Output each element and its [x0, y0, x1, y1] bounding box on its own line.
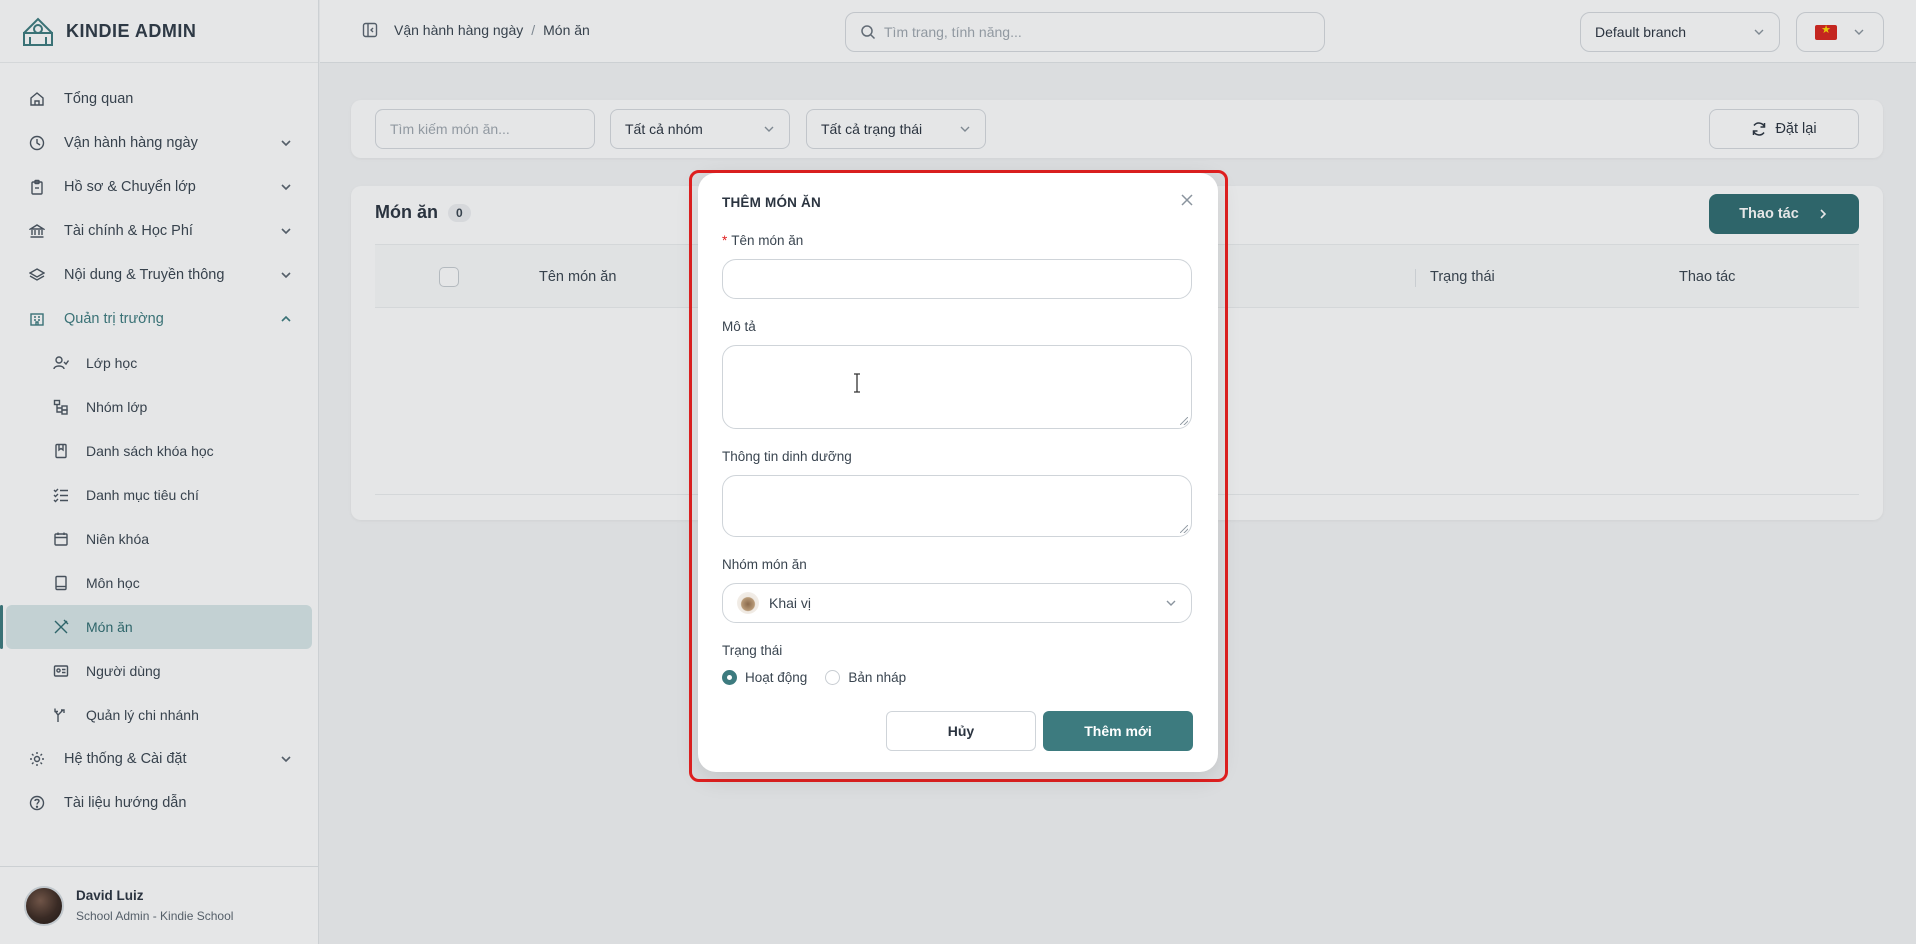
modal-title: THÊM MÓN ĂN: [722, 195, 821, 210]
radio-indicator-checked[interactable]: [722, 670, 737, 685]
status-radio-draft[interactable]: Bản nháp: [825, 670, 906, 685]
dish-group-value: Khai vị: [769, 595, 812, 611]
nutrition-field[interactable]: [722, 475, 1192, 537]
radio-indicator[interactable]: [825, 670, 841, 685]
dish-name-label-text: Tên món ăn: [731, 233, 804, 248]
status-radio-active[interactable]: Hoạt động: [722, 670, 807, 685]
close-icon: [1181, 194, 1193, 206]
description-label: Mô tả: [722, 319, 756, 334]
close-button[interactable]: [1176, 189, 1198, 211]
dish-group-select[interactable]: Khai vị: [722, 583, 1192, 623]
status-radio-group: Hoạt động Bản nháp: [722, 670, 906, 685]
dish-group-selected: Khai vị: [737, 592, 811, 614]
text-cursor-icon: [854, 373, 860, 393]
dish-group-label: Nhóm món ăn: [722, 557, 807, 572]
dish-name-label: * Tên món ăn: [722, 233, 803, 248]
status-option-label: Hoạt động: [745, 670, 808, 685]
required-mark: *: [722, 233, 728, 248]
add-dish-modal: THÊM MÓN ĂN * Tên món ăn Mô tả Thông tin …: [698, 173, 1218, 772]
dish-name-field[interactable]: [722, 259, 1192, 299]
chevron-down-icon: [1166, 600, 1176, 606]
nutrition-label: Thông tin dinh dưỡng: [722, 449, 852, 464]
status-label: Trạng thái: [722, 643, 783, 658]
cancel-button[interactable]: Hủy: [886, 711, 1036, 751]
description-field[interactable]: [722, 345, 1192, 429]
status-option-label: Bản nháp: [848, 670, 907, 685]
dish-thumbnail-icon: [737, 592, 759, 614]
add-new-button[interactable]: Thêm mới: [1043, 711, 1193, 751]
